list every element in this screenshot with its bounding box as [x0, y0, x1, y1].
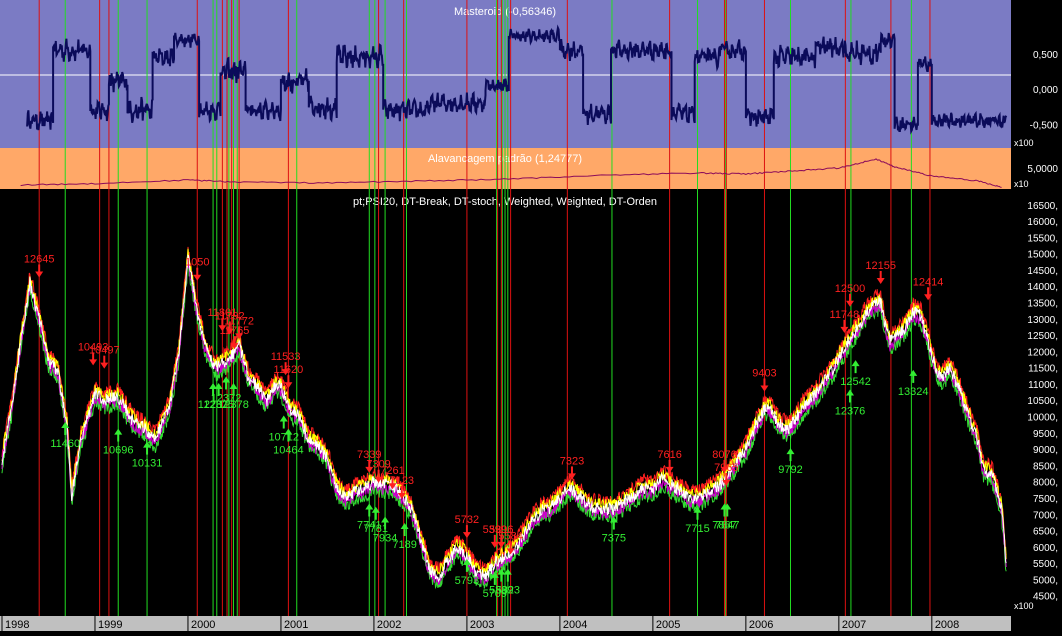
- price-tick-label: 12500,: [1027, 331, 1058, 342]
- leverage-axis-unit: x10: [1014, 179, 1029, 189]
- buy-signal-label: 10131: [132, 458, 163, 470]
- oscillator-axis-unit: x100: [1014, 138, 1034, 148]
- price-tick-label: 4500,: [1033, 592, 1058, 603]
- price-tick-label: 14000,: [1027, 282, 1058, 293]
- x-tick-label: 1999: [98, 619, 122, 631]
- x-tick-label: 2007: [842, 619, 866, 631]
- price-tick-label: 13500,: [1027, 299, 1058, 310]
- buy-signal-label: 7189: [392, 539, 416, 551]
- price-tick-label: 8000,: [1033, 478, 1058, 489]
- price-tick-label: 9500,: [1033, 429, 1058, 440]
- sell-signal-label: 7616: [657, 449, 681, 461]
- buy-signal-label: 9792: [778, 464, 802, 476]
- x-tick-label: 2008: [935, 619, 959, 631]
- price-tick-label: 10500,: [1027, 396, 1058, 407]
- price-tick-label: 5000,: [1033, 575, 1058, 586]
- oscillator-tick-label: 0,500: [1033, 50, 1058, 61]
- buy-signal-label: 10464: [273, 445, 304, 457]
- buy-signal-label: 5793: [455, 575, 479, 587]
- price-tick-label: 5500,: [1033, 559, 1058, 570]
- x-tick-label: 2001: [284, 619, 308, 631]
- sell-signal-label: 12414: [913, 276, 944, 288]
- price-tick-label: 15500,: [1027, 233, 1058, 244]
- price-tick-label: 14500,: [1027, 266, 1058, 277]
- x-tick-label: 2002: [377, 619, 401, 631]
- sell-signal-label: 11533: [271, 351, 301, 363]
- x-tick-label: 2006: [749, 619, 773, 631]
- buy-signal-label: 5823: [496, 585, 520, 597]
- sell-signal-label: 5732: [455, 514, 479, 526]
- price-tick-label: 9000,: [1033, 445, 1058, 456]
- x-tick-label: 2000: [191, 619, 215, 631]
- sell-signal-label: 5584: [498, 530, 522, 542]
- sell-signal-label: 11748: [830, 309, 860, 321]
- price-tick-label: 12000,: [1027, 347, 1058, 358]
- price-tick-label: 16000,: [1027, 217, 1058, 228]
- price-tick-label: 8500,: [1033, 461, 1058, 472]
- sell-signal-label: 12155: [865, 260, 896, 272]
- buy-signal-label: 12542: [840, 376, 871, 388]
- sell-signal-label: 1050: [185, 257, 209, 269]
- leverage-y-axis: 5,0000: [1027, 164, 1058, 175]
- sell-signal-label: 12645: [24, 253, 55, 265]
- x-tick-label: 2005: [656, 619, 680, 631]
- buy-signal-label: 12378: [218, 399, 249, 411]
- buy-signal-label: 10696: [103, 445, 134, 457]
- price-tick-label: 11000,: [1028, 380, 1058, 391]
- price-tick-label: 11500,: [1028, 364, 1058, 375]
- x-tick-label: 2003: [470, 619, 494, 631]
- x-tick-label: 2004: [563, 619, 587, 631]
- oscillator-tick-label: -0,500: [1030, 120, 1059, 131]
- leverage-tick-label: 5,0000: [1027, 164, 1058, 175]
- price-tick-label: 7500,: [1033, 494, 1058, 505]
- oscillator-tick-label: 0,000: [1033, 85, 1058, 96]
- sell-signal-label: 9403: [752, 367, 776, 379]
- buy-signal-label: 7375: [602, 533, 626, 545]
- sell-signal-label: 12500: [835, 283, 866, 295]
- price-tick-label: 6000,: [1033, 543, 1058, 554]
- price-axis-unit: x100: [1014, 601, 1034, 611]
- buy-signal-label: 7847: [715, 519, 739, 531]
- price-tick-label: 16500,: [1027, 201, 1058, 212]
- sell-signal-label: 7965: [714, 462, 738, 474]
- price-tick-label: 10000,: [1027, 413, 1058, 424]
- price-tick-label: 6500,: [1033, 527, 1058, 538]
- buy-signal-label: 12376: [835, 405, 866, 417]
- sell-signal-label: 10497: [89, 345, 120, 357]
- sell-signal-label: 11620: [273, 364, 303, 376]
- buy-signal-label: 13324: [898, 386, 929, 398]
- price-tick-label: 7000,: [1033, 510, 1058, 521]
- trading-chart-window: Masteroid (-0,56346) 0,500 0,000 -0,500 x1…: [0, 0, 1062, 631]
- sell-signal-label: 11765: [220, 325, 250, 337]
- price-tick-label: 15000,: [1027, 250, 1058, 261]
- x-tick-label: 1998: [5, 619, 29, 631]
- buy-signal-label: 7715: [685, 523, 709, 535]
- sell-signal-label: 8076: [712, 449, 736, 461]
- sell-signal-label: 7123: [390, 475, 414, 487]
- buy-signal-label: 10712: [268, 432, 299, 444]
- chart-canvas[interactable]: Masteroid (-0,56346) 0,5000,000-0,500 x1…: [0, 0, 1062, 631]
- sell-signal-label: 7323: [560, 455, 584, 467]
- price-y-axis: 16500, 16000, 15500, 15000, 14500, 14000, 1350…: [1027, 201, 1058, 603]
- buy-signal-label: 11460: [50, 438, 80, 450]
- price-tick-label: 13000,: [1027, 315, 1058, 326]
